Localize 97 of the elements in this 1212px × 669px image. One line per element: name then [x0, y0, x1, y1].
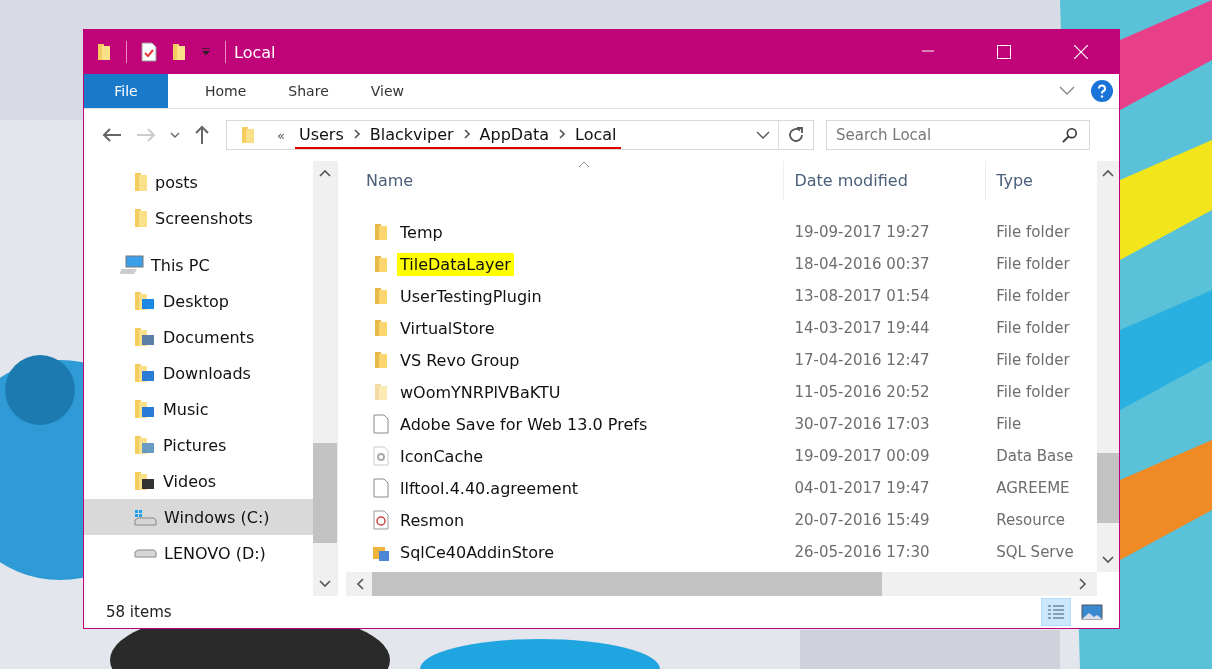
scrollbar[interactable]	[313, 161, 337, 596]
scrollbar[interactable]	[346, 572, 1097, 596]
type-cell-text: File folder	[995, 319, 1071, 337]
file-name[interactable]: IconCache	[397, 444, 487, 468]
folder-icon	[372, 351, 390, 369]
ribbon-tab[interactable]: File	[84, 74, 168, 108]
breadcrumb[interactable]: AppData	[479, 124, 550, 144]
search-icon[interactable]	[1062, 127, 1078, 143]
folder-icon	[372, 223, 390, 241]
date-cell-text: 11-05-2016 20:52	[793, 383, 931, 401]
date-cell-text: 18-04-2016 00:37	[793, 255, 931, 273]
drive-icon	[134, 548, 157, 558]
scroll-thumb[interactable]	[1097, 453, 1119, 523]
drive-icon	[134, 508, 157, 526]
library-folder-icon	[134, 363, 156, 383]
computer-icon	[120, 255, 144, 275]
chevron-icon[interactable]	[559, 129, 566, 139]
scroll-left-icon[interactable]	[356, 578, 364, 590]
file-name[interactable]: Adobe Save for Web 13.0 Prefs	[397, 412, 651, 436]
new-folder-icon[interactable]	[171, 43, 187, 61]
close-icon[interactable]	[1074, 45, 1088, 59]
expand-ribbon-icon[interactable]	[1059, 86, 1075, 96]
type-cell-text: Resource	[995, 511, 1066, 529]
scroll-thumb[interactable]	[372, 572, 882, 596]
breadcrumb[interactable]: Blackviper	[369, 124, 454, 144]
scroll-thumb[interactable]	[313, 443, 337, 543]
folder-icon	[372, 287, 390, 305]
scroll-right-icon[interactable]	[1079, 578, 1087, 590]
date-cell-text: 26-05-2016 17:30	[793, 543, 931, 561]
file-name[interactable]: VirtualStore	[397, 316, 498, 340]
type-cell-text: File folder	[995, 223, 1071, 241]
type-cell-text: File folder	[995, 255, 1071, 273]
column-header[interactable]: Name	[346, 161, 784, 201]
date-cell-text: 17-04-2016 12:47	[793, 351, 931, 369]
library-folder-icon	[134, 399, 156, 419]
back-icon[interactable]	[102, 127, 122, 143]
date-cell-text: 13-08-2017 01:54	[793, 287, 931, 305]
type-cell-text: File folder	[995, 383, 1071, 401]
help-icon[interactable]	[1091, 80, 1113, 102]
item-count: 58 items	[106, 603, 172, 621]
up-icon[interactable]	[194, 125, 210, 145]
file-name[interactable]: llftool.4.40.agreement	[397, 476, 582, 500]
folder-icon	[241, 126, 255, 144]
library-folder-icon	[134, 291, 156, 311]
scroll-up-icon[interactable]	[319, 169, 331, 177]
dropdown-icon[interactable]	[756, 131, 770, 139]
scroll-down-icon[interactable]	[319, 580, 331, 588]
file-name[interactable]: VS Revo Group	[397, 348, 523, 372]
date-cell-text: 19-09-2017 00:09	[793, 447, 931, 465]
type-cell-text: File folder	[995, 351, 1071, 369]
scrollbar[interactable]	[1097, 161, 1119, 572]
chevron-icon[interactable]	[353, 129, 360, 139]
maximize-icon[interactable]	[997, 45, 1011, 59]
date-cell-text: 19-09-2017 19:27	[793, 223, 931, 241]
large-icons-view-icon[interactable]	[1081, 604, 1103, 620]
type-cell-text: Data Base	[995, 447, 1075, 465]
column-header[interactable]: Date modified	[783, 161, 986, 201]
breadcrumb[interactable]: Users	[298, 124, 344, 144]
folder-icon	[372, 383, 390, 401]
chevron-icon[interactable]	[463, 129, 470, 139]
window-title: Local	[234, 42, 276, 62]
file-name[interactable]: TileDataLayer	[397, 252, 514, 276]
folder-icon	[134, 172, 148, 192]
date-cell-text: 14-03-2017 19:44	[793, 319, 931, 337]
scroll-down-icon[interactable]	[1102, 556, 1114, 564]
library-folder-icon	[134, 327, 156, 347]
folder-icon	[96, 43, 112, 61]
date-cell-text: 20-07-2016 15:49	[793, 511, 931, 529]
file-name[interactable]: Resmon	[397, 508, 468, 532]
properties-icon[interactable]	[141, 42, 157, 62]
file-icon	[372, 478, 390, 498]
type-cell-text: File	[995, 415, 1023, 433]
file-name[interactable]: wOomYNRPlVBaKTU	[397, 380, 564, 404]
library-folder-icon	[134, 471, 156, 491]
recent-locations-icon[interactable]	[170, 132, 180, 138]
overflow-chevron[interactable]: «	[277, 127, 285, 143]
refresh-icon[interactable]	[787, 126, 805, 144]
file-name[interactable]: Temp	[397, 220, 446, 244]
date-cell-text: 30-07-2016 17:03	[793, 415, 931, 433]
settings-file-icon	[372, 446, 390, 466]
breadcrumb[interactable]: Local	[575, 124, 617, 144]
address-bar[interactable]: « Users Blackviper AppData Local	[226, 120, 814, 150]
folder-icon	[372, 255, 390, 273]
nav-item[interactable]: Windows (C:)	[84, 499, 313, 535]
search-field[interactable]: Search Local	[826, 120, 1090, 150]
type-cell-text: File folder	[995, 287, 1071, 305]
date-cell-text: 04-01-2017 19:47	[793, 479, 931, 497]
type-cell-text: SQL Serve	[995, 543, 1075, 561]
library-folder-icon	[134, 435, 156, 455]
file-name[interactable]: SqlCe40AddinStore	[397, 540, 557, 564]
gauge-file-icon	[372, 510, 390, 530]
folder-icon	[372, 319, 390, 337]
scroll-up-icon[interactable]	[1102, 169, 1114, 177]
folder-icon	[134, 208, 148, 228]
type-cell-text: AGREEME	[995, 479, 1071, 497]
file-name[interactable]: UserTestingPlugin	[397, 284, 545, 308]
file-icon	[372, 414, 390, 434]
